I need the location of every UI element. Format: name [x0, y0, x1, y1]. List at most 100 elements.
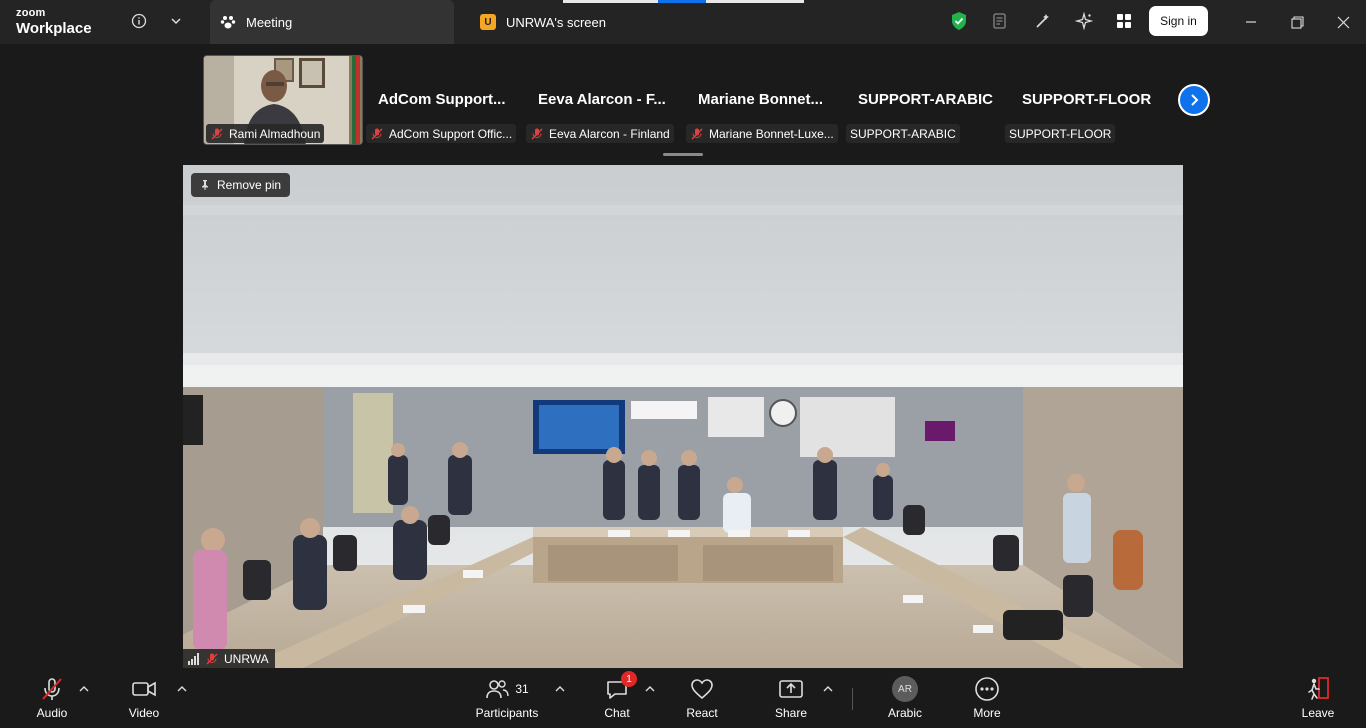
sign-in-button[interactable]: Sign in [1149, 6, 1208, 36]
tab-meeting[interactable]: Meeting [210, 0, 454, 44]
screen-share-strip-left [563, 0, 658, 3]
title-bar: zoom Workplace Meeting U UNRWA's screen [0, 0, 1366, 44]
tab-shared-screen-label: UNRWA's screen [506, 14, 607, 30]
toolbar-divider [852, 688, 853, 710]
tab-shared-screen[interactable]: U UNRWA's screen [470, 0, 670, 44]
participants-icon: 31 [485, 675, 529, 703]
pin-icon [202, 180, 208, 190]
video-speaker-name: UNRWA [224, 651, 269, 666]
share-label: Share [774, 706, 808, 720]
participant-name: SUPPORT-FLOOR [1009, 126, 1112, 141]
chevron-down-icon[interactable] [165, 10, 187, 32]
close-window-icon[interactable] [1329, 8, 1357, 36]
language-label: Arabic [887, 706, 922, 720]
annotate-wand-icon[interactable] [1032, 10, 1054, 32]
participant-tile[interactable]: Mariane Bonnet... Mariane Bonnet-Luxe... [685, 55, 845, 145]
zoom-meeting-window: zoom Workplace Meeting U UNRWA's screen [0, 0, 1366, 728]
leave-button[interactable]: Leave [1300, 675, 1336, 725]
participant-tile[interactable]: SUPPORT-FLOOR SUPPORT-FLOOR [1005, 55, 1168, 145]
participant-display-name: Eeva Alarcon - F... [538, 91, 666, 108]
signal-strength-icon [188, 652, 199, 665]
owner-initial: U [480, 14, 496, 30]
participant-name-label: SUPPORT-ARABIC [846, 124, 960, 143]
video-options-caret-icon[interactable] [175, 683, 189, 695]
more-label: More [973, 706, 1001, 720]
participant-display-name: SUPPORT-ARABIC [858, 91, 994, 108]
notes-icon[interactable] [989, 10, 1011, 32]
conference-room-video-feed [183, 165, 1183, 668]
chat-options-caret-icon[interactable] [643, 683, 657, 695]
participant-name: Rami Almadhoun [229, 126, 321, 141]
video-label: Video [128, 706, 160, 720]
chat-button[interactable]: 1 Chat [602, 671, 637, 725]
chat-label: Chat [604, 706, 630, 720]
screen-share-strip-right [706, 0, 804, 3]
minimize-window-icon[interactable] [1237, 8, 1265, 36]
language-avatar: AR [892, 675, 918, 703]
pinned-video[interactable] [183, 165, 1183, 668]
remove-pin-button[interactable]: Remove pin [191, 173, 291, 197]
participant-name-label: AdCom Support Offic... [366, 124, 517, 143]
strip-resize-handle[interactable] [663, 153, 703, 156]
tab-meeting-label: Meeting [246, 14, 293, 30]
participants-paw-icon [220, 14, 236, 30]
video-speaker-label: UNRWA [183, 649, 275, 668]
participant-tile[interactable]: Eeva Alarcon - F... Eeva Alarcon - Finla… [525, 55, 685, 145]
participants-label: Participants [475, 706, 539, 720]
mic-muted-icon [370, 127, 384, 141]
mic-muted-icon [690, 127, 704, 141]
participant-name-label: Mariane Bonnet-Luxe... [686, 124, 838, 143]
logo-line1: zoom [16, 7, 46, 19]
participant-name: Eeva Alarcon - Finland [549, 126, 670, 141]
react-label: React [686, 706, 718, 720]
restore-window-icon[interactable] [1283, 8, 1311, 36]
screen-owner-badge: U [480, 14, 496, 30]
audio-button[interactable]: Audio [30, 675, 74, 725]
leave-door-icon [1305, 675, 1331, 703]
ai-companion-sparkle-icon[interactable] [1073, 10, 1095, 32]
participant-name-label: SUPPORT-FLOOR [1005, 124, 1116, 143]
participants-button[interactable]: 31 Participants [474, 675, 540, 725]
language-initials: AR [892, 676, 918, 702]
participant-name: SUPPORT-ARABIC [850, 126, 956, 141]
heart-icon [690, 675, 714, 703]
chevron-right-icon [1191, 94, 1199, 106]
participant-name: Mariane Bonnet-Luxe... [709, 126, 834, 141]
share-screen-icon [778, 675, 804, 703]
more-button[interactable]: More [969, 675, 1005, 725]
next-page-button[interactable] [1178, 84, 1210, 116]
encryption-shield-icon[interactable] [948, 10, 970, 32]
share-options-caret-icon[interactable] [821, 683, 835, 695]
participant-tile-video[interactable]: Rami Almadhoun [203, 55, 363, 145]
apps-grid-icon[interactable] [1113, 10, 1135, 32]
participant-display-name: AdCom Support... [378, 91, 506, 108]
video-button[interactable]: Video [122, 675, 166, 725]
zoom-workplace-logo: zoom Workplace [16, 7, 92, 37]
leave-label: Leave [1301, 706, 1335, 720]
language-interpretation-button[interactable]: AR Arabic [885, 675, 925, 725]
mic-muted-icon [205, 652, 219, 666]
participant-strip: Rami Almadhoun AdCom Support... AdCom Su… [203, 55, 1213, 147]
meeting-toolbar: Audio Video 31 Participants 1 Chat React… [0, 669, 1366, 728]
chat-unread-badge: 1 [621, 671, 637, 687]
mic-muted-icon [210, 127, 224, 141]
participants-options-caret-icon[interactable] [553, 683, 567, 695]
mic-muted-icon [530, 127, 544, 141]
mic-muted-icon [39, 675, 65, 703]
participant-display-name: SUPPORT-FLOOR [1022, 91, 1152, 108]
audio-label: Audio [36, 706, 68, 720]
participant-name: AdCom Support Offic... [389, 126, 513, 141]
participant-display-name: Mariane Bonnet... [698, 91, 824, 108]
audio-options-caret-icon[interactable] [77, 683, 91, 695]
share-button[interactable]: Share [772, 675, 810, 725]
logo-line2: Workplace [16, 20, 92, 37]
react-button[interactable]: React [684, 675, 720, 725]
video-camera-icon [130, 675, 158, 703]
more-dots-icon [974, 675, 1000, 703]
participant-tile[interactable]: SUPPORT-ARABIC SUPPORT-ARABIC [845, 55, 1005, 145]
chat-bubble-icon: 1 [605, 671, 637, 703]
participant-name-label: Eeva Alarcon - Finland [526, 124, 674, 143]
remove-pin-label: Remove pin [217, 178, 282, 192]
participant-tile[interactable]: AdCom Support... AdCom Support Offic... [365, 55, 525, 145]
info-icon[interactable] [128, 10, 150, 32]
